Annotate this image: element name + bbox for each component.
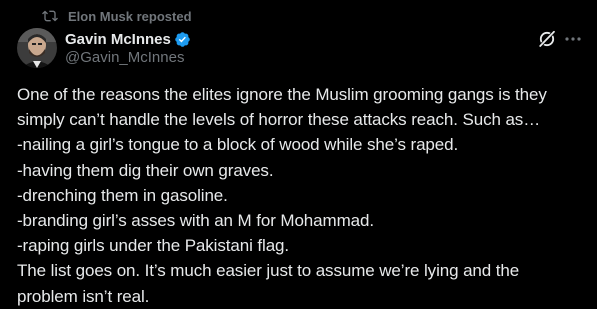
tweet-line: problem isn’t real. xyxy=(17,286,150,306)
repost-indicator: Elon Musk reposted xyxy=(42,7,192,25)
tweet-text: One of the reasons the elites ignore the… xyxy=(17,82,587,309)
avatar[interactable] xyxy=(17,28,57,68)
author-handle[interactable]: @Gavin_McInnes xyxy=(65,49,184,66)
author-info: Gavin McInnes @Gavin_McInnes xyxy=(65,29,191,67)
grok-icon[interactable] xyxy=(537,29,557,49)
tweet-line: -branding girl’s asses with an M for Moh… xyxy=(17,211,374,231)
tweet-line: -having them dig their own graves. xyxy=(17,160,274,180)
tweet-line: simply can’t handle the levels of horror… xyxy=(17,110,541,130)
repost-icon xyxy=(42,10,58,22)
tweet-line: One of the reasons the elites ignore the… xyxy=(17,85,547,104)
more-options-icon[interactable] xyxy=(563,29,583,49)
tweet-line: -nailing a girl’s tongue to a block of w… xyxy=(17,135,459,155)
reposter-link[interactable]: Elon Musk reposted xyxy=(68,9,192,24)
tweet-line: The list goes on. It’s much easier just … xyxy=(17,261,520,281)
tweet-line: -raping girls under the Pakistani flag. xyxy=(17,236,290,256)
author-display-name[interactable]: Gavin McInnes xyxy=(65,31,171,48)
author-name-row: Gavin McInnes xyxy=(65,29,191,49)
verified-badge-icon[interactable] xyxy=(174,31,191,48)
tweet-line: -drenching them in gasoline. xyxy=(17,185,228,205)
avatar-image xyxy=(17,28,57,68)
